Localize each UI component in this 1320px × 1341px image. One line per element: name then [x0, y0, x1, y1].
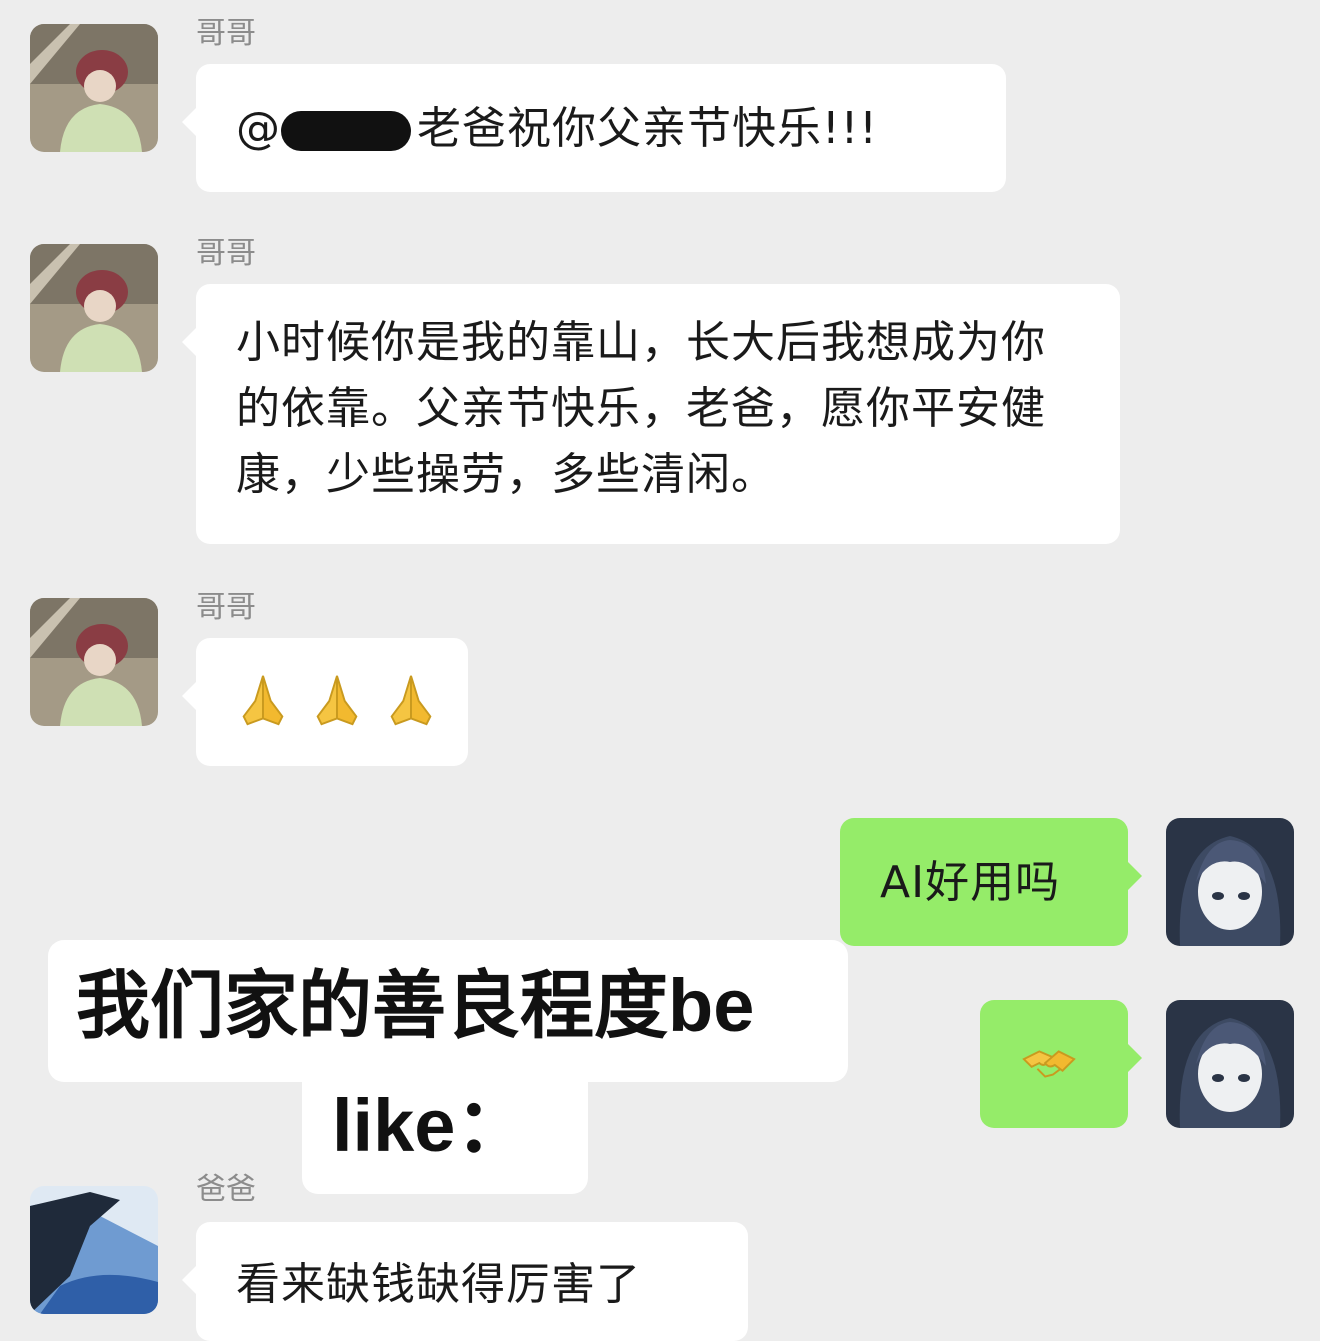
brother-avatar-image [30, 244, 158, 372]
caption-line2: like： [332, 1084, 530, 1167]
sender-name: 爸爸 [196, 1172, 256, 1207]
message-text: 看来缺钱缺得厉害了 [236, 1259, 641, 1310]
brother-avatar-image [30, 24, 158, 152]
sender-name: 哥哥 [196, 236, 256, 271]
message-bubble[interactable]: 看来缺钱缺得厉害了 [182, 1222, 748, 1341]
message-text: AI好用吗 [880, 857, 1061, 908]
message-bubble-self[interactable] [980, 1000, 1142, 1128]
sender-name: 哥哥 [196, 16, 256, 51]
redacted-name [281, 111, 411, 151]
caption-line1: 我们家的善良程度be [76, 964, 755, 1047]
avatar-brother[interactable] [30, 244, 158, 372]
message-text: 老爸祝你父亲节快乐!!! [417, 103, 878, 154]
caption-box-line2: like： [302, 1072, 588, 1194]
avatar-brother[interactable] [30, 24, 158, 152]
avatar-dad[interactable] [30, 1186, 158, 1314]
message-text: 小时候你是我的靠山，长大后我想成为你的依靠。父亲节快乐，老爸，愿你平安健康，少些… [236, 317, 1046, 500]
praying-hands-icon [316, 675, 358, 726]
emoji-row [234, 672, 468, 730]
avatar-self[interactable] [1166, 818, 1294, 946]
avatar-self[interactable] [1166, 1000, 1294, 1128]
praying-hands-icon [390, 675, 432, 726]
dad-avatar-image [30, 1186, 158, 1314]
avatar-brother[interactable] [30, 598, 158, 726]
self-avatar-image [1166, 1000, 1294, 1128]
mention-symbol: @ [236, 103, 281, 154]
praying-hands-icon [242, 675, 284, 726]
brother-avatar-image [30, 598, 158, 726]
self-avatar-image [1166, 818, 1294, 946]
handshake-icon [1022, 1050, 1076, 1078]
message-bubble[interactable] [182, 638, 468, 766]
message-bubble[interactable]: @ 老爸祝你父亲节快乐!!! [182, 64, 1006, 192]
sender-name: 哥哥 [196, 590, 256, 625]
message-bubble-self[interactable]: AI好用吗 [840, 818, 1142, 946]
message-bubble[interactable]: 小时候你是我的靠山，长大后我想成为你的依靠。父亲节快乐，老爸，愿你平安健康，少些… [182, 284, 1120, 544]
caption-box-line1: 我们家的善良程度be [48, 940, 848, 1082]
